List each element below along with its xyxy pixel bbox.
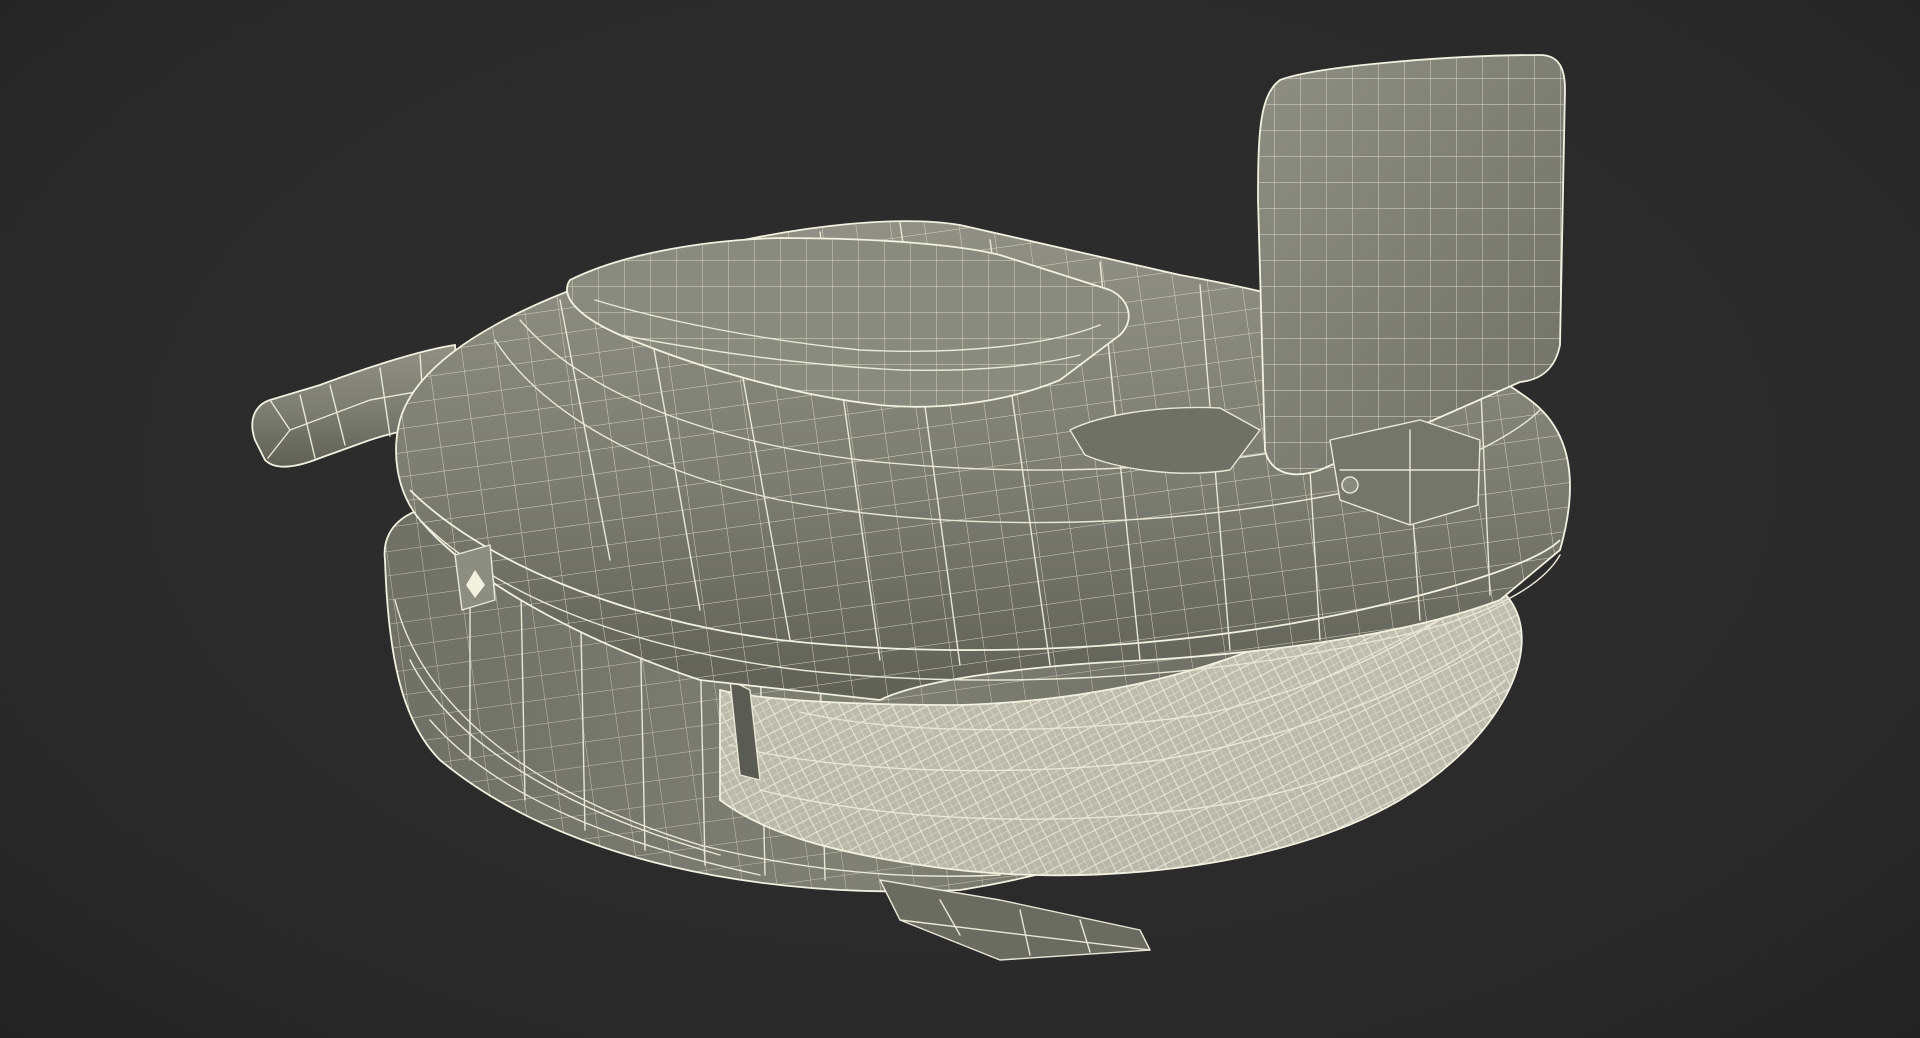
render-viewport xyxy=(0,0,1920,1038)
wireframe-model xyxy=(251,54,1571,961)
side-connector xyxy=(454,544,496,611)
